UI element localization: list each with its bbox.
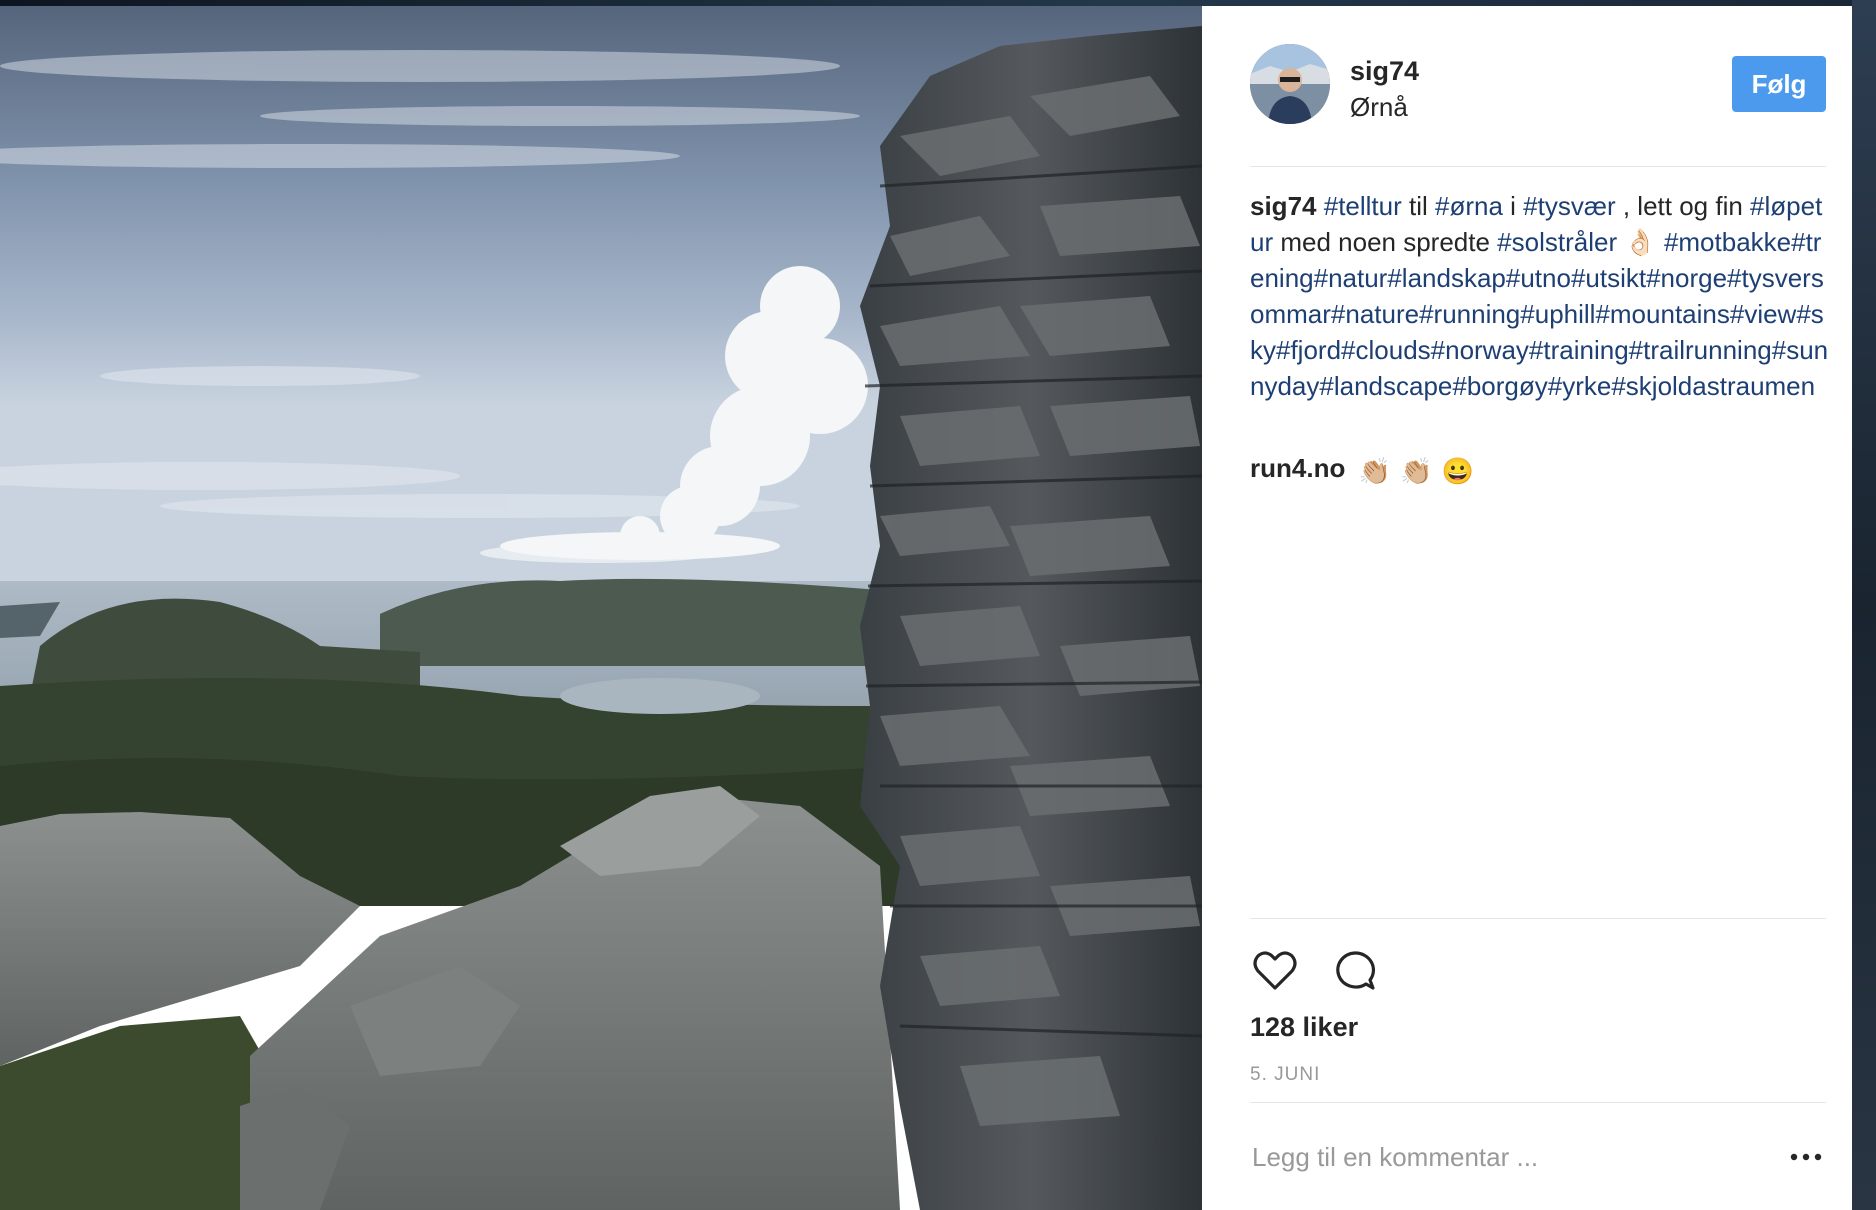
likes-count[interactable]: 128 liker xyxy=(1250,1012,1358,1043)
follow-button[interactable]: Følg xyxy=(1732,56,1826,112)
comment-text: 👏🏼 👏🏼 😀 xyxy=(1359,451,1477,489)
mountain-landscape-image xyxy=(0,6,1202,1210)
caption-username[interactable]: sig74 xyxy=(1250,191,1317,221)
caption-text-segment: til xyxy=(1401,191,1436,221)
post-modal: sig74 Ørnå Følg sig74 #telltur til #ørna… xyxy=(0,6,1876,1210)
hashtag-link[interactable]: #tysvær xyxy=(1523,191,1615,221)
caption-text-segment: i xyxy=(1502,191,1524,221)
comment-divider xyxy=(1250,1102,1826,1103)
caption-text-segment: 👌🏻 xyxy=(1617,227,1664,257)
speech-bubble-icon[interactable] xyxy=(1330,946,1380,996)
caption-text: #telltur til #ørna i #tysvær , lett og f… xyxy=(1250,191,1828,401)
clapping-hands-emoji: 👏🏼 xyxy=(1358,456,1391,487)
post-date: 5. JUNI xyxy=(1250,1064,1321,1085)
clapping-hands-emoji: 👏🏼 xyxy=(1400,456,1433,487)
comment-input[interactable] xyxy=(1250,1134,1754,1180)
post-header: sig74 Ørnå Følg xyxy=(1250,42,1826,132)
post-details-panel: sig74 Ørnå Følg sig74 #telltur til #ørna… xyxy=(1202,6,1876,1210)
actions-divider xyxy=(1250,918,1826,919)
hashtag-link[interactable]: #solstråler xyxy=(1497,227,1617,257)
comment-item: run4.no 👏🏼 👏🏼 😀 xyxy=(1250,450,1476,489)
header-divider xyxy=(1250,166,1826,167)
post-caption: sig74 #telltur til #ørna i #tysvær , let… xyxy=(1250,188,1830,404)
caption-text-segment: med noen spredte xyxy=(1273,227,1498,257)
heart-icon[interactable] xyxy=(1250,946,1300,996)
more-options-icon[interactable] xyxy=(1786,1142,1826,1172)
hashtag-link[interactable]: #telltur xyxy=(1324,191,1402,221)
caption-text-segment: , lett og fin xyxy=(1615,191,1751,221)
comment-username[interactable]: run4.no xyxy=(1250,453,1345,483)
grinning-face-emoji: 😀 xyxy=(1441,456,1475,487)
post-photo xyxy=(0,6,1202,1210)
avatar[interactable] xyxy=(1250,44,1330,124)
browser-edge xyxy=(1852,0,1876,1210)
post-author-username[interactable]: sig74 xyxy=(1350,56,1419,87)
post-location[interactable]: Ørnå xyxy=(1350,92,1408,123)
post-actions xyxy=(1250,946,1450,996)
hashtag-link[interactable]: #ørna xyxy=(1435,191,1503,221)
avatar-photo xyxy=(1250,44,1330,124)
